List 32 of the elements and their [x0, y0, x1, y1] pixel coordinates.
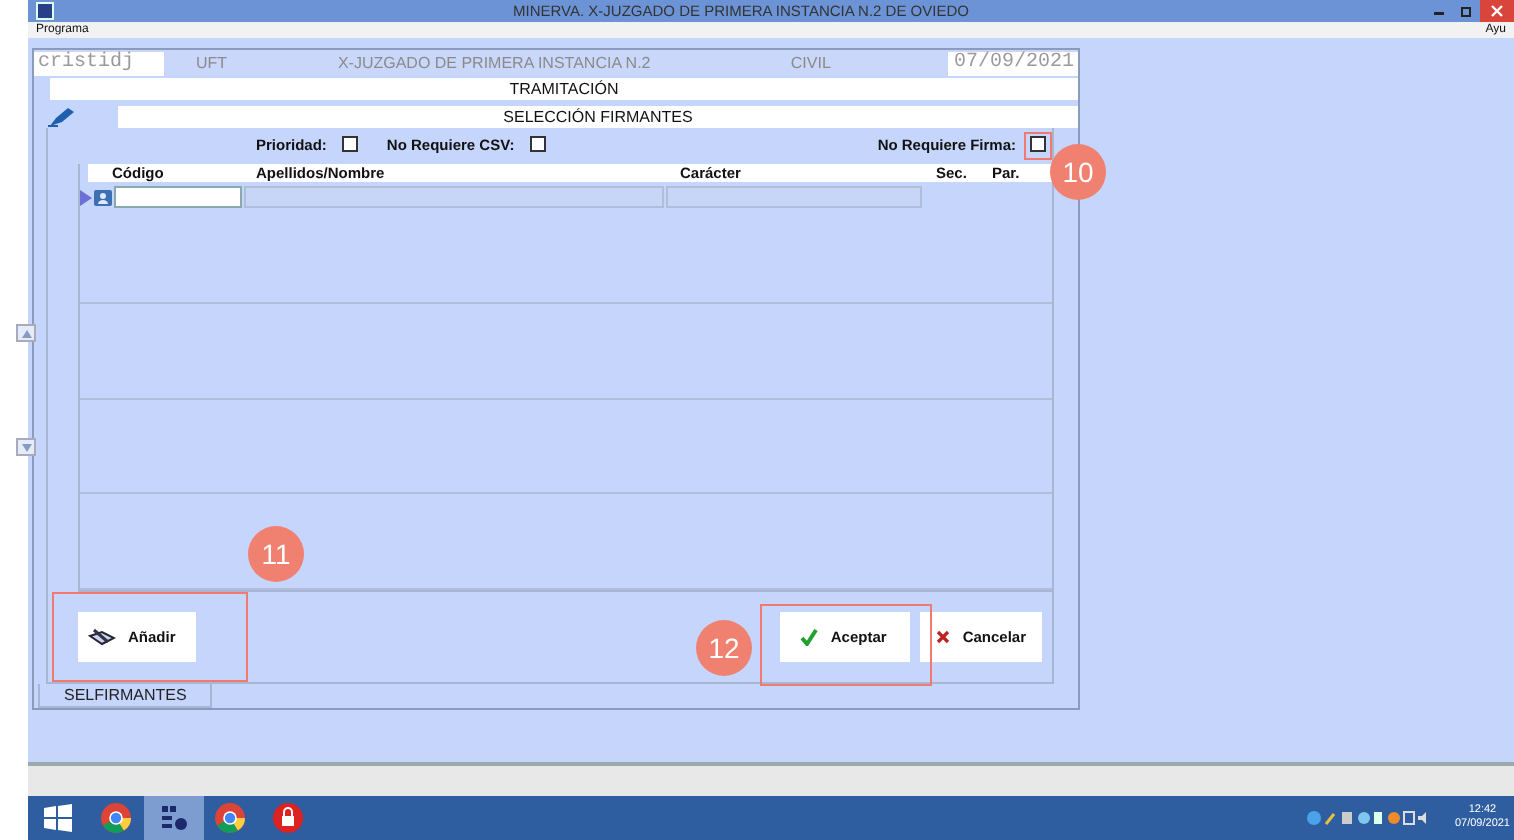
- subsection-title: SELECCIÓN FIRMANTES: [118, 105, 1078, 127]
- code-input[interactable]: [114, 186, 242, 208]
- taskbar-app-button[interactable]: [144, 796, 204, 840]
- unit-text: UFT: [193, 54, 230, 72]
- down-arrow-icon: [21, 443, 31, 451]
- lock-app-icon[interactable]: [272, 802, 304, 834]
- windows-start-icon[interactable]: [44, 804, 72, 832]
- highlight-frame: [1024, 132, 1052, 160]
- up-arrow-icon: [21, 329, 31, 337]
- app-icon: [36, 2, 54, 20]
- restore-icon: [1459, 4, 1473, 18]
- user-field: cristidj: [34, 51, 164, 75]
- section-title: TRAMITACIÓN: [50, 78, 1078, 100]
- row-pointer-icon: [80, 189, 92, 205]
- checkbox[interactable]: [530, 136, 547, 152]
- date-field: 07/09/2021: [948, 51, 1078, 75]
- cross-icon: [936, 630, 951, 644]
- browser-icon: [214, 802, 246, 834]
- browser-icon[interactable]: [100, 802, 132, 834]
- system-tray-icons-drawing[interactable]: [1306, 810, 1427, 826]
- check-icon: [800, 628, 819, 646]
- close-button[interactable]: [1480, 0, 1514, 22]
- tab[interactable]: SELFIRMANTES: [38, 684, 213, 708]
- pen-icon: [46, 104, 78, 128]
- checkbox[interactable]: [342, 136, 359, 152]
- person-card-icon: [94, 189, 112, 205]
- court-text: X-JUZGADO DE PRIMERA INSTANCIA N.2: [335, 54, 653, 72]
- checkbox[interactable]: [1030, 136, 1046, 152]
- pen-pad-icon: [88, 627, 116, 647]
- jurisdiction-text: CIVIL: [788, 54, 833, 72]
- app-grid-icon: [160, 804, 188, 832]
- close-icon: [1490, 4, 1504, 18]
